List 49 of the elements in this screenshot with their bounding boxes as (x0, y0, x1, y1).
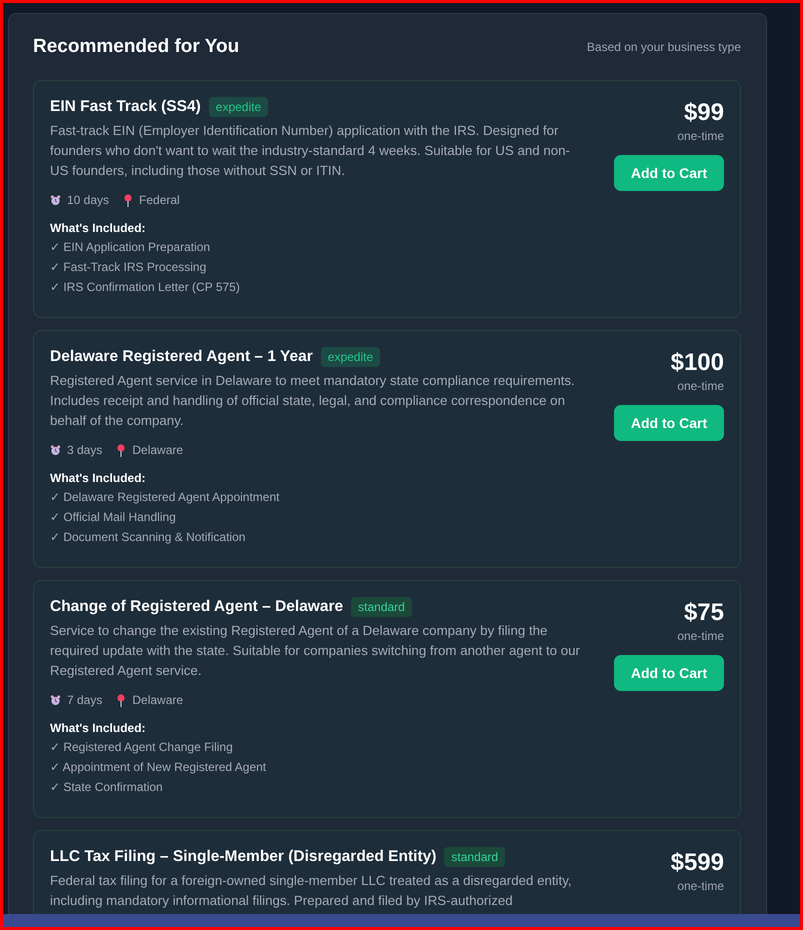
included-item: ✓ Appointment of New Registered Agent (50, 759, 268, 776)
alarm-clock-icon (50, 444, 61, 456)
included-heading: What's Included: (50, 721, 147, 735)
pushpin-icon (123, 194, 134, 206)
included-item: ✓ Delaware Registered Agent Appointment (50, 489, 280, 506)
included-item: ✓ IRS Confirmation Letter (CP 575) (50, 279, 241, 296)
service-description: Service to change the existing Registered Agent of a Delaware company by filing the required update with the state. Suitable for companies switching from another agent to our Registered Agent service. (50, 622, 581, 680)
billing-text: one-time (677, 379, 724, 393)
included-item: ✓ Registered Agent Change Filing (50, 739, 234, 756)
included-heading: What's Included: (50, 221, 147, 235)
pushpin-icon (116, 444, 126, 456)
section-subtitle: Based on your business type (586, 40, 741, 54)
billing-text: one-time (677, 129, 724, 143)
service-title: LLC Tax Filing – Single-Member (Disregarded Entity) (50, 848, 436, 866)
included-heading: What's Included: (50, 471, 147, 485)
included-item: ✓ Document Scanning & Notification (50, 529, 246, 546)
location-text: Delaware (132, 693, 184, 707)
billing-text: one-time (677, 629, 724, 643)
pushpin-icon (116, 694, 126, 706)
add-to-cart-button[interactable]: Add to Cart (614, 155, 724, 191)
service-tag: standard (351, 597, 412, 617)
price-text: $100 (670, 349, 724, 377)
alarm-clock-icon (50, 194, 61, 206)
price-text: $75 (684, 599, 724, 627)
alarm-clock-icon (50, 694, 61, 706)
price-text: $99 (684, 99, 724, 127)
included-item: ✓ Fast-Track IRS Processing (50, 259, 208, 276)
duration-text: 7 days (67, 693, 102, 707)
location-text: Delaware (132, 443, 184, 457)
service-tag: standard (444, 847, 506, 867)
service-tag: expedite (320, 347, 380, 367)
billing-text: one-time (677, 879, 724, 893)
add-to-cart-button[interactable]: Add to Cart (614, 405, 724, 441)
section-title: Recommended for You (33, 36, 240, 58)
service-description: Federal tax filing for a foreign-owned single-member LLC treated as a disregarded entity, including mandatory informational filings. Prepared and filed by IRS-authorized (50, 872, 573, 910)
location-text: Federal (139, 193, 180, 207)
duration-text: 10 days (67, 193, 110, 207)
service-tag: expedite (208, 97, 268, 117)
included-item: ✓ State Confirmation (50, 779, 164, 796)
included-item: ✓ EIN Application Preparation (50, 239, 212, 256)
service-description: Registered Agent service in Delaware to meet mandatory state compliance requirements. Includes receipt and handling of official state, legal, and compliance correspondence on behalf of the company. (50, 372, 576, 430)
included-item: ✓ Official Mail Handling (50, 509, 177, 526)
duration-text: 3 days (67, 443, 102, 457)
add-to-cart-button[interactable]: Add to Cart (614, 655, 724, 691)
service-title: Change of Registered Agent – Delaware (50, 598, 344, 616)
price-text: $599 (670, 849, 724, 877)
service-title: EIN Fast Track (SS4) (50, 98, 201, 116)
service-title: Delaware Registered Agent – 1 Year (50, 348, 313, 366)
service-description: Fast-track EIN (Employer Identification Number) application with the IRS. Designed for founders who don't want to wait the industry-standard 4 weeks. Suitable for US and non-US founders, including those without SSN or ITIN. (50, 122, 571, 180)
